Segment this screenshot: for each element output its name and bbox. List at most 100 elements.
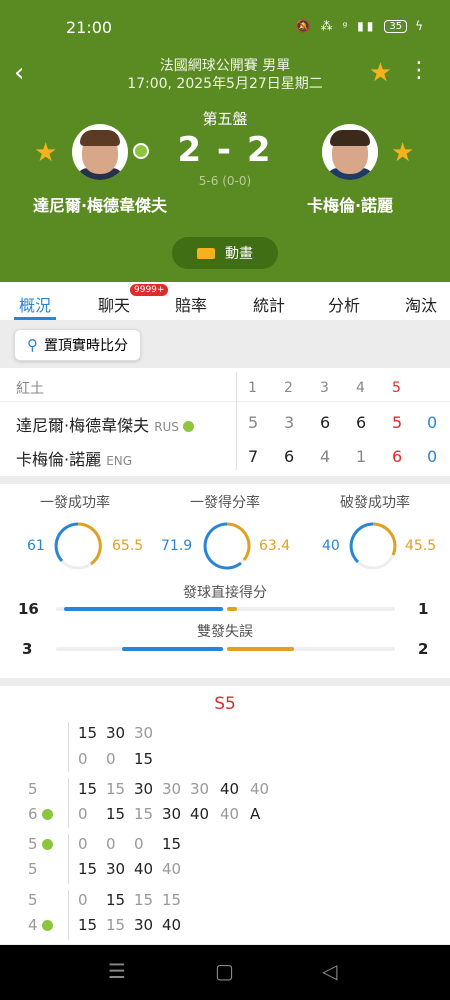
set-score-cell: 6 (356, 413, 367, 432)
set-score-cell: 1 (356, 447, 367, 466)
more-options-icon[interactable]: ⋮ (408, 60, 430, 82)
point-score: 0 (134, 835, 144, 853)
point-score: 15 (106, 780, 126, 798)
set-header: 1 (248, 380, 257, 396)
game-score: 5 (28, 860, 38, 878)
court-icon (197, 247, 215, 259)
set-score-cell: 7 (248, 447, 259, 466)
serve-icon (41, 839, 53, 850)
stat-left-value: 40 (322, 538, 340, 554)
set-score-cell: 3 (284, 413, 295, 432)
set-header: 3 (320, 380, 329, 396)
bar-right-fill (227, 647, 294, 651)
serve-icon (41, 920, 53, 931)
set-score-cell: 6 (320, 413, 331, 432)
battery-icon: 35 (384, 19, 408, 33)
point-score: 40 (220, 805, 240, 823)
back-nav-icon[interactable]: ◁ (322, 959, 337, 983)
pin-live-score-button[interactable]: ⚲ 置頂實時比分 (14, 329, 141, 361)
game-score: 5-6 (0-0) (198, 174, 252, 188)
animation-button[interactable]: 動畫 (172, 237, 278, 269)
set-score-cell: 5 (248, 413, 259, 432)
bar-left-value: 3 (22, 640, 33, 658)
tab-chat[interactable]: 聊天 (98, 292, 130, 316)
current-set-label: 第五盤 (202, 110, 248, 128)
game-score: 6 (28, 805, 53, 823)
status-icons: 🔕 ⁂ ᵍ ▮▮ 35 ϟ (296, 19, 426, 33)
tab-analysis[interactable]: 分析 (328, 292, 360, 316)
animation-label: 動畫 (225, 246, 253, 262)
point-score: 0 (78, 835, 88, 853)
bar-right-value: 1 (418, 600, 429, 618)
point-score: 15 (106, 916, 126, 934)
point-by-point: S5 15 30 30 0 0 15 5 6 15 15 30 30 30 40… (0, 686, 450, 944)
active-tab-indicator (14, 317, 56, 320)
player1-country: RUS (154, 420, 179, 434)
tab-bar: 概況 聊天 9999+ 賠率 統計 分析 淘汰賽 (0, 282, 450, 339)
set-header: 4 (356, 380, 365, 396)
stat-ring (54, 522, 102, 570)
match-stats: 一發成功率 一發得分率 破發成功率 61 65.5 71.9 63.4 40 4… (0, 484, 450, 678)
set-score-cell: 6 (284, 447, 295, 466)
point-score: 30 (106, 724, 126, 742)
player2-favorite-star-icon[interactable]: ★ (391, 138, 414, 168)
point-score: 40 (162, 916, 182, 934)
point-score: 15 (134, 750, 154, 768)
stat-right-value: 63.4 (259, 538, 291, 554)
point-score: 30 (134, 724, 154, 742)
system-nav-bar: ☰ ▢ ◁ (0, 945, 450, 1000)
point-score: 15 (78, 724, 98, 742)
status-indicator-icons: 🔕 ⁂ ᵍ ▮▮ (295, 19, 377, 33)
menu-icon[interactable]: ☰ (108, 959, 126, 983)
point-score: 40 (250, 780, 270, 798)
game-score: 4 (28, 916, 53, 934)
stat-ring (203, 522, 251, 570)
point-score: 0 (106, 750, 116, 768)
bar-right-value: 2 (418, 640, 429, 658)
bar-stat-title: 發球直接得分 (183, 585, 267, 601)
status-bar: 21:00 🔕 ⁂ ᵍ ▮▮ 35 ϟ (0, 0, 450, 52)
pin-label: 置頂實時比分 (44, 338, 128, 354)
player2-avatar[interactable] (322, 124, 378, 180)
player2-name: 卡梅倫·諾麗 (16, 450, 102, 469)
point-score: 30 (106, 860, 126, 878)
set-score-cell-current: 6 (392, 447, 403, 466)
point-score: 30 (134, 916, 154, 934)
game-score: 5 (28, 891, 38, 909)
tab-stats[interactable]: 統計 (253, 292, 285, 316)
tab-odds[interactable]: 賠率 (175, 292, 207, 316)
pin-icon: ⚲ (27, 336, 38, 354)
point-score: 40 (134, 860, 154, 878)
point-score: 40 (220, 780, 240, 798)
set-title: S5 (214, 694, 236, 714)
stat-title: 一發得分率 (190, 495, 260, 511)
point-score: 15 (134, 805, 154, 823)
chat-badge: 9999+ (130, 284, 169, 296)
set-score: 2 - 2 (177, 130, 273, 170)
point-score: 15 (162, 835, 182, 853)
bar-left-value: 16 (18, 600, 39, 618)
stat-title: 一發成功率 (40, 495, 110, 511)
charging-icon: ϟ (415, 19, 426, 33)
favorite-star-icon[interactable]: ★ (369, 58, 392, 88)
game-score: 5 (28, 835, 53, 853)
game-score: 5 (28, 780, 38, 798)
bar-right-fill (227, 607, 237, 611)
surface-label: 紅土 (16, 381, 44, 397)
point-score: 40 (162, 860, 182, 878)
point-score: 0 (106, 835, 116, 853)
bar-left-fill (122, 647, 223, 651)
point-score: 30 (162, 805, 182, 823)
serve-icon (41, 809, 53, 820)
player1-name[interactable]: 達尼爾·梅德韋傑夫 (0, 192, 200, 216)
home-icon[interactable]: ▢ (215, 959, 234, 983)
stat-left-value: 71.9 (161, 538, 193, 554)
point-score: 15 (106, 891, 126, 909)
scoreboard: 紅土 1 2 3 4 5 達尼爾·梅德韋傑夫 RUS 5 3 6 6 5 0 卡… (0, 368, 450, 476)
stat-title: 破發成功率 (340, 495, 410, 511)
point-score: 30 (190, 780, 210, 798)
set-score-cell-current: 5 (392, 413, 403, 432)
player2-name[interactable]: 卡梅倫·諾麗 (250, 192, 450, 216)
point-score: 40 (190, 805, 210, 823)
tab-overview[interactable]: 概況 (19, 292, 51, 316)
